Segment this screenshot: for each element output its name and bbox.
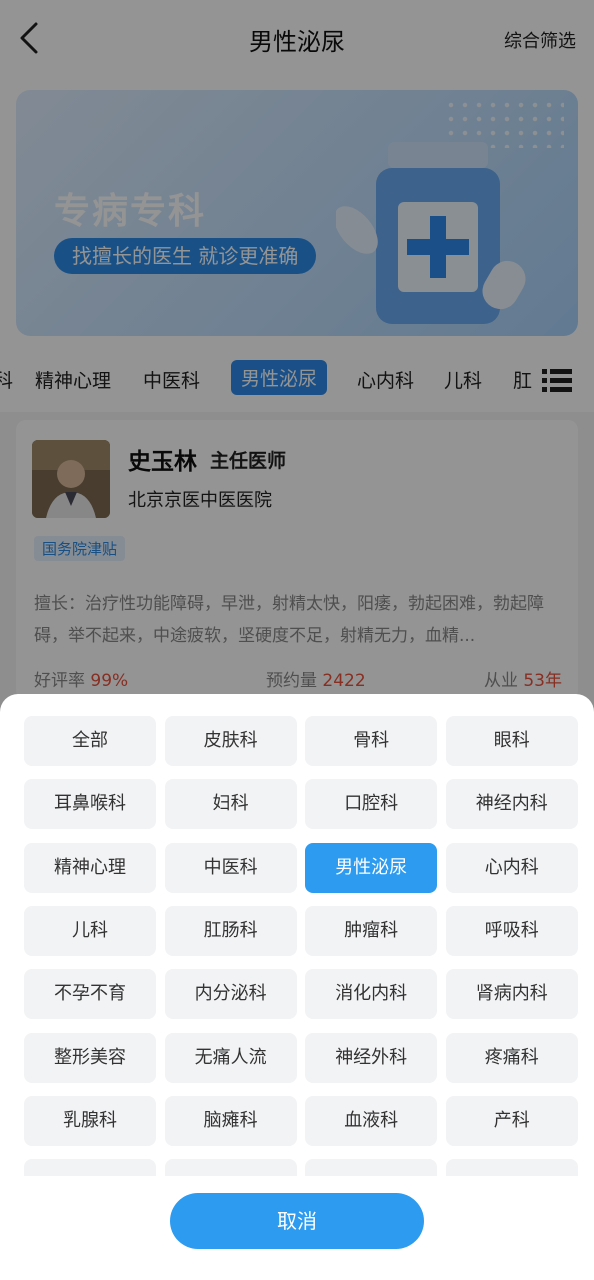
department-chip[interactable] bbox=[164, 1159, 297, 1176]
department-chip[interactable]: 呼吸科 bbox=[445, 905, 578, 956]
department-chip[interactable]: 儿科 bbox=[24, 905, 156, 956]
department-chip[interactable]: 肿瘤科 bbox=[305, 905, 438, 956]
department-chip[interactable]: 妇科 bbox=[164, 779, 297, 830]
department-chip[interactable]: 神经内科 bbox=[445, 779, 578, 830]
department-chip[interactable]: 疼痛科 bbox=[445, 1032, 578, 1083]
department-chip[interactable]: 中医科 bbox=[164, 842, 297, 893]
department-chip[interactable]: 耳鼻喉科 bbox=[24, 779, 156, 830]
department-chip[interactable]: 消化内科 bbox=[305, 969, 438, 1020]
department-picker-sheet: 全部 皮肤科 骨科 眼科耳鼻喉科 妇科 口腔科 神经内科精神心理 中医科 男性泌尿 心内科儿科 肛肠… bbox=[0, 694, 594, 1280]
department-chip[interactable]: 眼科 bbox=[445, 716, 578, 766]
department-chip[interactable]: 乳腺科 bbox=[24, 1095, 156, 1146]
department-chip[interactable]: 内分泌科 bbox=[164, 969, 297, 1020]
department-chip[interactable]: 无痛人流 bbox=[164, 1032, 297, 1083]
cancel-button[interactable]: 取消 bbox=[170, 1193, 424, 1249]
department-chip[interactable] bbox=[445, 1159, 578, 1176]
department-chip[interactable]: 肾病内科 bbox=[445, 969, 578, 1020]
department-grid: 全部 皮肤科 骨科 眼科耳鼻喉科 妇科 口腔科 神经内科精神心理 中医科 男性泌尿 心内科儿科 肛肠… bbox=[24, 716, 578, 1176]
department-chip[interactable]: 产科 bbox=[445, 1095, 578, 1146]
department-chip[interactable]: 精神心理 bbox=[24, 842, 156, 893]
department-chip[interactable] bbox=[305, 1159, 438, 1176]
department-chip[interactable]: 整形美容 bbox=[24, 1032, 156, 1083]
department-chip[interactable]: 肛肠科 bbox=[164, 905, 297, 956]
department-chip[interactable]: 全部 bbox=[24, 716, 156, 766]
department-chip[interactable]: 不孕不育 bbox=[24, 969, 156, 1020]
page: 男性泌尿 综合筛选 专病专科 找擅长的医生 就诊更准确 科 精神心理 中医科 男… bbox=[0, 0, 594, 1280]
department-chip[interactable]: 皮肤科 bbox=[164, 716, 297, 766]
department-chip[interactable]: 骨科 bbox=[305, 716, 438, 766]
department-chip[interactable]: 血液科 bbox=[305, 1095, 438, 1146]
department-chip[interactable]: 心内科 bbox=[445, 842, 578, 893]
department-chip[interactable]: 男性泌尿 bbox=[305, 842, 438, 893]
department-chip[interactable]: 口腔科 bbox=[305, 779, 438, 830]
department-chip[interactable] bbox=[24, 1159, 156, 1176]
department-chip[interactable]: 神经外科 bbox=[305, 1032, 438, 1083]
department-chip[interactable]: 脑瘫科 bbox=[164, 1095, 297, 1146]
